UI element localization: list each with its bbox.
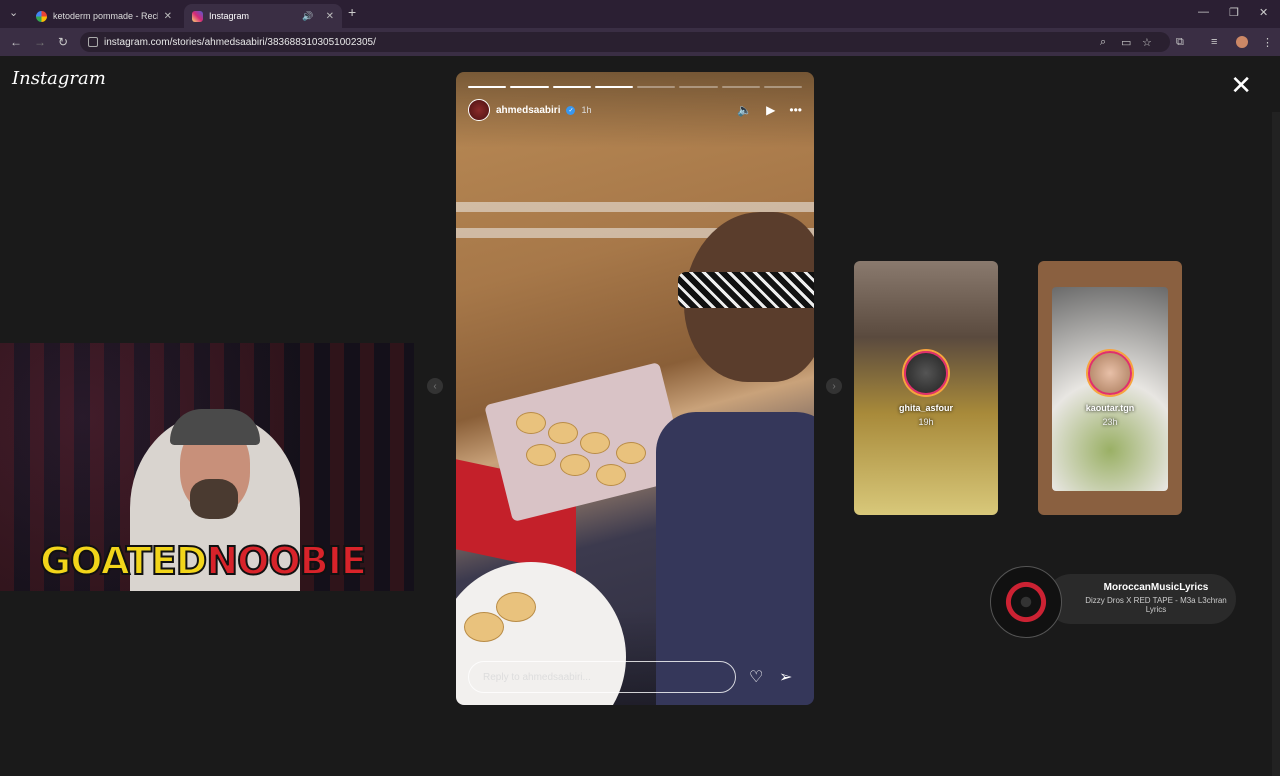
- speaker-icon[interactable]: 🔊: [302, 11, 313, 22]
- story-scene: [464, 612, 504, 642]
- instagram-icon: [192, 10, 203, 22]
- brand-right: NOOBIE: [205, 538, 367, 584]
- heart-icon[interactable]: ♡: [749, 667, 763, 687]
- story-preview-ghita[interactable]: ghita_asfour 19h: [854, 261, 998, 515]
- close-icon[interactable]: ✕: [1230, 72, 1252, 98]
- progress-segment: [679, 86, 718, 88]
- story-scene: [560, 454, 590, 476]
- avatar: [904, 351, 948, 395]
- tab-title: Instagram: [209, 11, 250, 21]
- now-playing-box: MoroccanMusicLyrics Dizzy Dros X RED TAP…: [1046, 574, 1236, 624]
- progress-segment: [721, 86, 760, 88]
- previous-story-icon[interactable]: ‹: [427, 378, 443, 394]
- menu-kebab-icon[interactable]: ⋮: [1262, 36, 1273, 49]
- extensions-icon[interactable]: ⧉: [1176, 36, 1184, 49]
- preview-time: 23h: [1102, 417, 1118, 427]
- story-scene: [496, 592, 536, 622]
- streamer-cap: [170, 409, 260, 445]
- scrollbar[interactable]: [1272, 112, 1280, 776]
- progress-segment: [594, 86, 633, 88]
- address-bar[interactable]: instagram.com/stories/ahmedsaabiri/38368…: [80, 32, 1170, 52]
- music-artist: MoroccanMusicLyrics: [1103, 582, 1209, 593]
- channel-brand: GOATEDNOOBIE: [39, 538, 368, 584]
- preview-username: ghita_asfour: [898, 403, 953, 413]
- next-story-icon[interactable]: ›: [826, 378, 842, 394]
- play-icon[interactable]: ▶: [766, 103, 775, 117]
- now-playing-widget: MoroccanMusicLyrics Dizzy Dros X RED TAP…: [990, 566, 1238, 638]
- story-username[interactable]: ahmedsaabiri: [496, 105, 560, 116]
- zoom-icon[interactable]: ⌕: [1100, 36, 1106, 49]
- tab-strip: ⌄ ketoderm pommade - Recherch ✕ Instagra…: [0, 0, 1280, 28]
- progress-segment: [552, 86, 591, 88]
- google-icon: [36, 10, 47, 22]
- story-scene: [616, 442, 646, 464]
- avatar[interactable]: [468, 99, 490, 121]
- story-scene: [596, 464, 626, 486]
- close-tab-icon[interactable]: ✕: [326, 11, 334, 22]
- album-disc-icon: [990, 566, 1062, 638]
- instagram-logo[interactable]: Instagram: [12, 68, 106, 89]
- reply-field[interactable]: [468, 661, 736, 693]
- story-scene: [526, 444, 556, 466]
- close-tab-icon[interactable]: ✕: [164, 11, 172, 22]
- story-header: ahmedsaabiri ✓ 1h 🔈 ▶ •••: [468, 98, 802, 122]
- progress-segment: [637, 86, 676, 88]
- media-control-icon[interactable]: ≡: [1211, 36, 1217, 48]
- story-preview-kaoutar[interactable]: kaoutar.tgn 23h: [1038, 261, 1182, 515]
- profile-avatar[interactable]: [1236, 36, 1248, 48]
- restore-icon[interactable]: ❐: [1229, 6, 1239, 19]
- preview-username: kaoutar.tgn: [1085, 403, 1135, 413]
- story-scene: [516, 412, 546, 434]
- send-icon[interactable]: ➢: [779, 667, 792, 687]
- webcam-overlay: GOATEDNOOBIE: [0, 343, 414, 591]
- story-scene: [580, 432, 610, 454]
- tab-title: ketoderm pommade - Recherch: [53, 11, 158, 21]
- preview-time: 19h: [918, 417, 934, 427]
- browser-toolbar: ← → ↻ instagram.com/stories/ahmedsaabiri…: [0, 28, 1280, 56]
- new-tab-icon[interactable]: +: [348, 4, 356, 20]
- reload-icon[interactable]: ↻: [58, 35, 68, 49]
- tab-search-icon[interactable]: ⌄: [9, 6, 18, 19]
- progress-segment: [763, 86, 802, 88]
- tab-google-search[interactable]: ketoderm pommade - Recherch ✕: [28, 4, 180, 28]
- story-progress: [468, 86, 802, 88]
- url-text: instagram.com/stories/ahmedsaabiri/38368…: [104, 36, 376, 48]
- close-window-icon[interactable]: ✕: [1259, 6, 1268, 19]
- streamer-beard: [190, 479, 238, 519]
- reply-input[interactable]: [483, 671, 735, 683]
- music-track: Dizzy Dros X RED TAPE - M3a L3chran Lyri…: [1085, 596, 1227, 614]
- site-info-icon[interactable]: [88, 37, 98, 47]
- volume-icon[interactable]: 🔈: [737, 103, 752, 117]
- story-person: [678, 272, 814, 308]
- back-icon[interactable]: ←: [10, 35, 22, 49]
- brand-left: GOATED: [39, 538, 208, 584]
- avatar: [1088, 351, 1132, 395]
- minimize-icon[interactable]: —: [1198, 6, 1209, 18]
- tab-instagram[interactable]: Instagram 🔊 ✕: [184, 4, 342, 28]
- progress-segment: [468, 86, 507, 88]
- verified-badge-icon: ✓: [566, 105, 576, 115]
- progress-segment: [510, 86, 549, 88]
- bookmark-star-icon[interactable]: ☆: [1142, 36, 1152, 49]
- cast-icon[interactable]: ▭: [1121, 36, 1131, 49]
- story-time: 1h: [581, 105, 592, 115]
- story-scene: [548, 422, 578, 444]
- story-viewer[interactable]: ahmedsaabiri ✓ 1h 🔈 ▶ ••• ♡ ➢: [456, 72, 814, 705]
- more-options-icon[interactable]: •••: [789, 103, 802, 117]
- forward-icon[interactable]: →: [34, 35, 46, 49]
